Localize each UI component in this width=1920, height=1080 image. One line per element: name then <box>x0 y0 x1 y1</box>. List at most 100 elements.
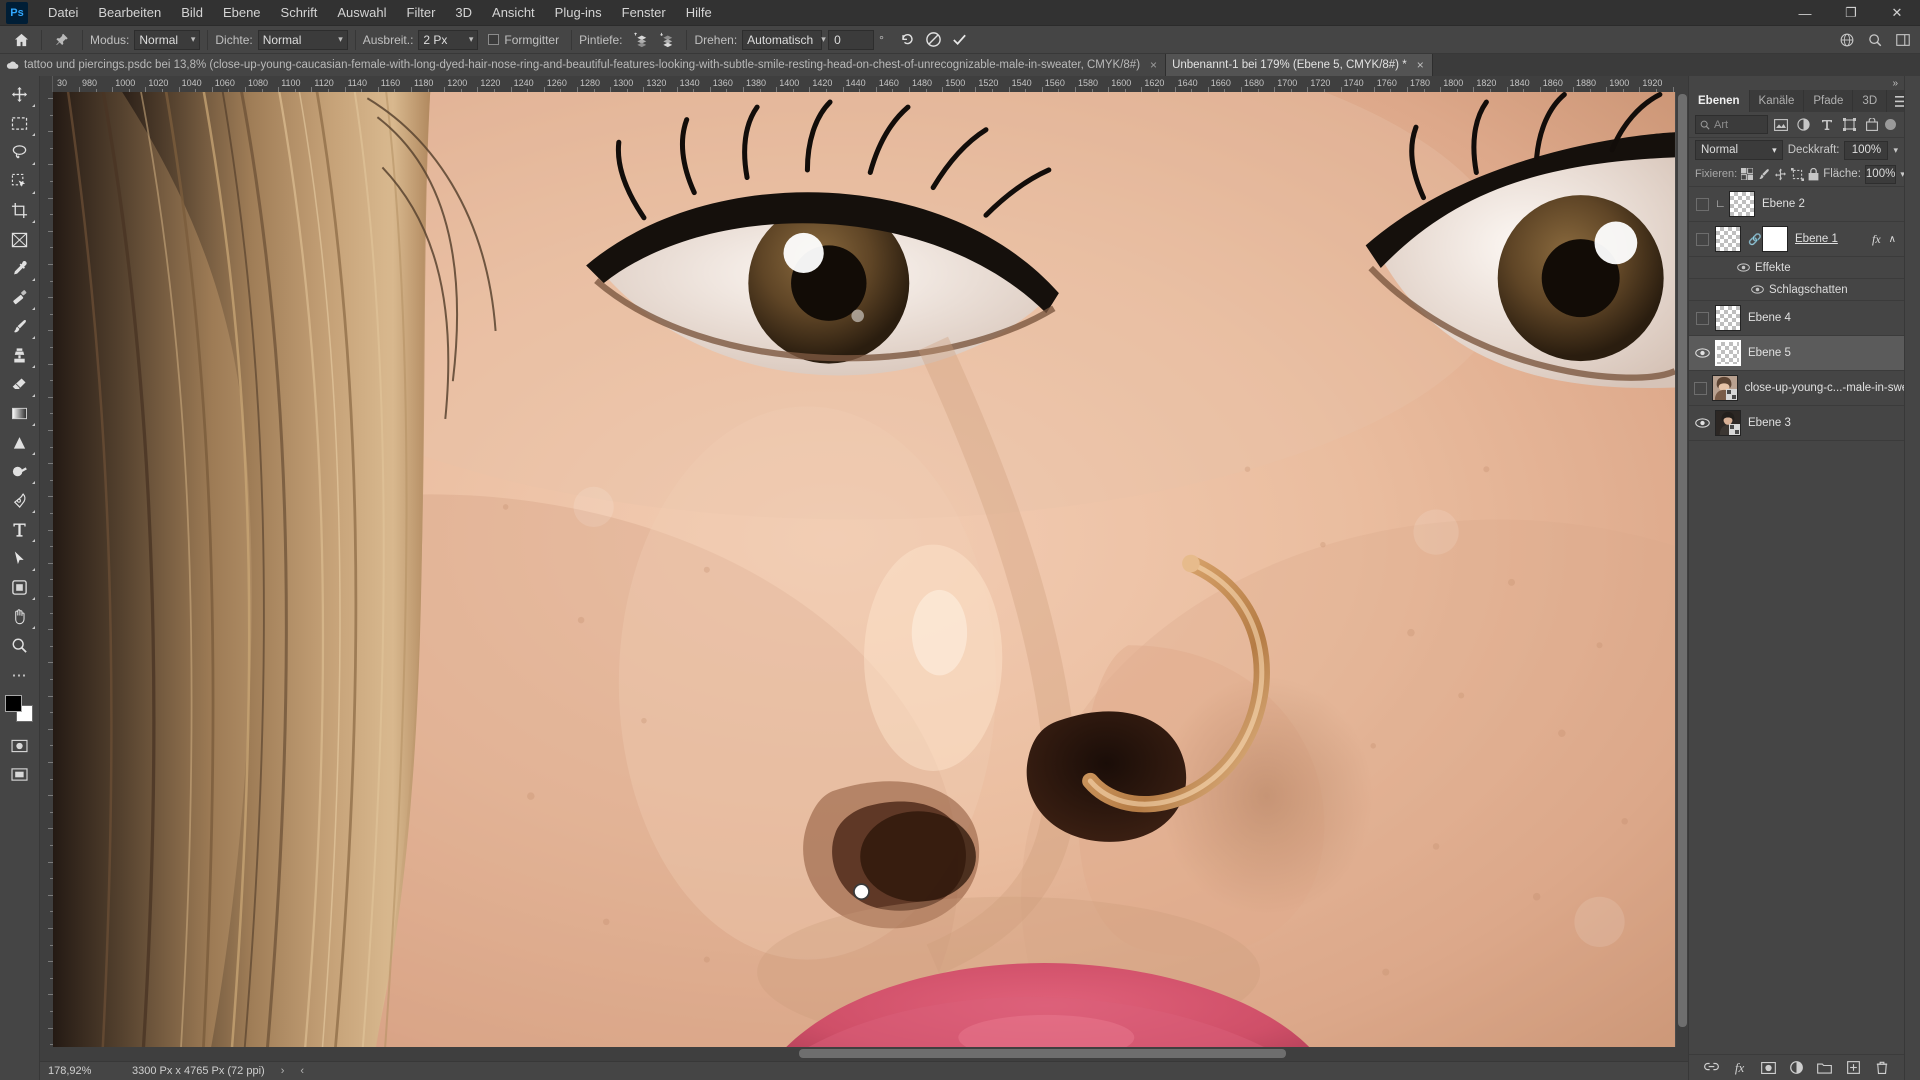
layer-name[interactable]: Ebene 4 <box>1748 312 1791 324</box>
lock-artboard-icon[interactable] <box>1791 165 1805 183</box>
vertical-scroll-thumb[interactable] <box>1678 94 1687 1027</box>
layer-visibility-toggle[interactable] <box>1689 301 1715 335</box>
adjustment-layer-icon[interactable] <box>1786 1058 1806 1078</box>
crop-tool[interactable] <box>3 196 37 225</box>
layer-thumbnail[interactable] <box>1729 191 1755 217</box>
ruler-corner[interactable] <box>40 76 53 92</box>
menu-bild[interactable]: Bild <box>171 1 213 24</box>
link-layers-icon[interactable] <box>1701 1058 1721 1078</box>
pin-icon[interactable] <box>49 29 75 51</box>
close-button[interactable]: ✕ <box>1874 0 1920 26</box>
layer-name[interactable]: Ebene 3 <box>1748 417 1791 429</box>
add-mask-icon[interactable] <box>1758 1058 1778 1078</box>
brush-tool[interactable] <box>3 312 37 341</box>
canvas-viewport[interactable] <box>53 92 1675 1047</box>
shape-filter-icon[interactable] <box>1840 115 1860 135</box>
filter-toggle[interactable] <box>1885 119 1896 130</box>
lock-image-pixels-icon[interactable] <box>1757 165 1770 183</box>
menu-ebene[interactable]: Ebene <box>213 1 271 24</box>
foreground-color-swatch[interactable] <box>4 695 22 712</box>
adjustment-filter-icon[interactable] <box>1794 115 1814 135</box>
menu-ansicht[interactable]: Ansicht <box>482 1 545 24</box>
path-selection-tool[interactable] <box>3 544 37 573</box>
status-arrow-right[interactable]: › <box>265 1065 285 1077</box>
layer-effects-group[interactable]: Effekte <box>1689 257 1904 279</box>
dodge-tool[interactable] <box>3 457 37 486</box>
healing-brush-tool[interactable] <box>3 283 37 312</box>
workspace-icon[interactable] <box>1890 29 1916 51</box>
pen-tool[interactable] <box>3 486 37 515</box>
document-tab-2-close[interactable]: × <box>1417 58 1424 72</box>
tab-ebenen[interactable]: Ebenen <box>1689 90 1750 112</box>
chevron-up-icon[interactable]: ∧ <box>1889 234 1896 245</box>
reset-icon[interactable] <box>895 29 921 51</box>
layer-effect-dropshadow[interactable]: Schlagschatten <box>1689 279 1904 301</box>
layer-visibility-toggle[interactable] <box>1689 336 1715 370</box>
pixel-filter-icon[interactable] <box>1771 115 1791 135</box>
screen-mode-icon[interactable] <box>3 760 37 789</box>
home-icon[interactable] <box>8 29 34 51</box>
layer-visibility-toggle[interactable] <box>1689 371 1712 405</box>
menu-hilfe[interactable]: Hilfe <box>676 1 722 24</box>
layer-row-ebene-2[interactable]: ∟ Ebene 2 <box>1689 187 1904 222</box>
document-tab-1-close[interactable]: × <box>1150 58 1157 72</box>
hand-tool[interactable] <box>3 602 37 631</box>
canvas-vertical-scrollbar[interactable] <box>1675 92 1688 1047</box>
layer-mask-thumbnail[interactable] <box>1762 226 1788 252</box>
canvas-horizontal-scrollbar[interactable] <box>40 1047 1688 1061</box>
zoom-tool[interactable] <box>3 631 37 660</box>
tab-pfade[interactable]: Pfade <box>1804 90 1854 112</box>
layer-row-ebene-4[interactable]: Ebene 4 <box>1689 301 1904 336</box>
commit-checkmark-icon[interactable] <box>947 29 973 51</box>
rectangular-marquee-tool[interactable] <box>3 109 37 138</box>
more-tools-button[interactable]: ⋯ <box>3 660 37 689</box>
document-tab-2[interactable]: Unbenannt-1 bei 179% (Ebene 5, CMYK/8#) … <box>1166 54 1433 76</box>
lock-all-icon[interactable] <box>1808 165 1819 183</box>
mask-link-icon[interactable]: 🔗 <box>1748 233 1762 246</box>
layer-name[interactable]: Ebene 1 <box>1795 233 1838 245</box>
layer-row-ebene-5[interactable]: Ebene 5 <box>1689 336 1904 371</box>
layer-visibility-toggle[interactable] <box>1689 187 1715 221</box>
minimize-button[interactable]: — <box>1782 0 1828 26</box>
cancel-icon[interactable] <box>921 29 947 51</box>
zoom-level[interactable]: 178,92% <box>40 1065 112 1077</box>
collapsed-panel-dock[interactable] <box>1904 76 1920 1080</box>
blur-tool[interactable] <box>3 428 37 457</box>
mesh-checkbox[interactable]: Formgitter <box>488 33 564 47</box>
opacity-value[interactable]: 100% <box>1844 140 1889 160</box>
vertical-ruler[interactable] <box>40 92 53 1047</box>
frame-tool[interactable] <box>3 225 37 254</box>
eyedropper-tool[interactable] <box>3 254 37 283</box>
new-layer-icon[interactable] <box>1843 1058 1863 1078</box>
menu-fenster[interactable]: Fenster <box>612 1 676 24</box>
layer-row-ebene-1[interactable]: 🔗 Ebene 1 fx ∧ <box>1689 222 1904 257</box>
menu-filter[interactable]: Filter <box>397 1 446 24</box>
type-filter-icon[interactable] <box>1817 115 1837 135</box>
opacity-chevron-down-icon[interactable]: ▾ <box>1893 145 1898 156</box>
type-tool[interactable] <box>3 515 37 544</box>
color-swatches[interactable] <box>4 695 35 723</box>
eraser-tool[interactable] <box>3 370 37 399</box>
menu-schrift[interactable]: Schrift <box>271 1 328 24</box>
layer-row-ebene-3[interactable]: Ebene 3 <box>1689 406 1904 441</box>
layer-visibility-toggle[interactable] <box>1689 222 1715 256</box>
mode-select[interactable]: Normal ▾ <box>134 29 201 50</box>
tab-3d[interactable]: 3D <box>1853 90 1888 112</box>
document-size[interactable]: 3300 Px x 4765 Px (72 ppi) <box>112 1065 265 1077</box>
effects-visibility-icon[interactable] <box>1737 263 1755 272</box>
panel-collapse-button[interactable]: » <box>1689 76 1904 90</box>
effect-visibility-icon[interactable] <box>1751 285 1769 294</box>
globe-icon[interactable] <box>1834 29 1860 51</box>
clone-stamp-tool[interactable] <box>3 341 37 370</box>
status-arrow-left[interactable]: ‹ <box>284 1065 304 1077</box>
search-icon[interactable] <box>1862 29 1888 51</box>
density-select[interactable]: Normal ▾ <box>257 29 348 50</box>
expand-select[interactable]: 2 Px ▾ <box>418 29 479 50</box>
menu-datei[interactable]: Datei <box>38 1 88 24</box>
pin-depth-up-icon[interactable] <box>627 29 653 51</box>
delete-layer-icon[interactable] <box>1872 1058 1892 1078</box>
lock-position-icon[interactable] <box>1774 165 1787 183</box>
move-tool[interactable] <box>3 80 37 109</box>
layer-name[interactable]: close-up-young-c...-male-in-sweater <box>1745 382 1904 394</box>
document-tab-1[interactable]: tattoo und piercings.psdc bei 13,8% (clo… <box>0 54 1167 76</box>
